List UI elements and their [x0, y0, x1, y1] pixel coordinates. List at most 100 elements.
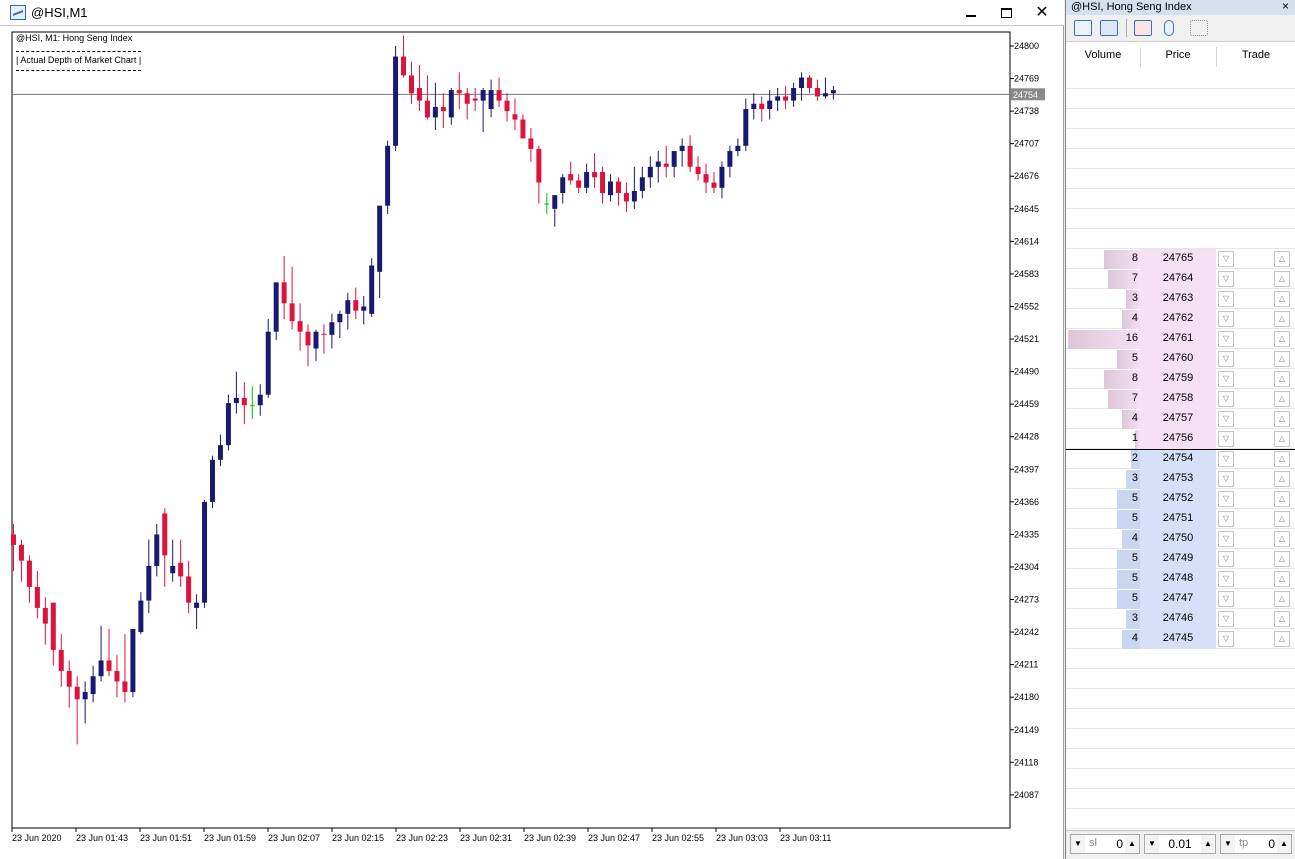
tp-increase-button[interactable]: ▲ [1277, 835, 1291, 853]
volume-value: 16 [1125, 332, 1138, 344]
sell-button[interactable]: ▽ [1218, 251, 1234, 267]
bid-row[interactable]: 5 24749 ▽ △ [1066, 549, 1295, 569]
sell-button[interactable]: ▽ [1218, 551, 1234, 567]
buy-button[interactable]: △ [1274, 471, 1290, 487]
sell-button[interactable]: ▽ [1218, 611, 1234, 627]
buy-button[interactable]: △ [1274, 611, 1290, 627]
buy-button[interactable]: △ [1274, 291, 1290, 307]
lot-decrease-button[interactable]: ▼ [1145, 835, 1159, 853]
sell-button[interactable]: ▽ [1218, 591, 1234, 607]
candle-body [791, 88, 797, 101]
tp-stepper[interactable]: ▼ tp 0 ▲ [1220, 834, 1292, 854]
sell-button[interactable]: ▽ [1218, 631, 1234, 647]
tp-value[interactable]: 0 [1251, 837, 1275, 851]
buy-button[interactable]: △ [1274, 391, 1290, 407]
buy-button[interactable]: △ [1274, 431, 1290, 447]
buy-button[interactable]: △ [1274, 511, 1290, 527]
ask-row[interactable]: 16 24761 ▽ △ [1066, 329, 1295, 349]
sell-button[interactable]: ▽ [1218, 491, 1234, 507]
buy-button[interactable]: △ [1274, 591, 1290, 607]
candle-body [385, 145, 391, 206]
candle-body [719, 166, 725, 188]
buy-button[interactable]: △ [1274, 331, 1290, 347]
chart-area[interactable]: 24800 24769 24738 24707 24676 24645 24614 24583… [0, 27, 1064, 859]
ask-row[interactable]: 8 24765 ▽ △ [1066, 249, 1295, 269]
candle-body [528, 138, 534, 149]
bid-row[interactable]: 3 24753 ▽ △ [1066, 469, 1295, 489]
buy-button[interactable]: △ [1274, 311, 1290, 327]
candle-body [329, 322, 335, 335]
buy-button[interactable]: △ [1274, 271, 1290, 287]
sell-button[interactable]: ▽ [1218, 451, 1234, 467]
sell-button[interactable]: ▽ [1218, 511, 1234, 527]
buy-button[interactable]: △ [1274, 351, 1290, 367]
ask-row[interactable]: 4 24757 ▽ △ [1066, 409, 1295, 429]
ask-row[interactable]: 7 24758 ▽ △ [1066, 389, 1295, 409]
buy-button[interactable]: △ [1274, 451, 1290, 467]
sell-button[interactable]: ▽ [1218, 431, 1234, 447]
bid-row[interactable]: 3 24746 ▽ △ [1066, 609, 1295, 629]
candle-body [170, 565, 176, 574]
sort-icon[interactable] [1190, 20, 1208, 36]
buy-button[interactable]: △ [1274, 491, 1290, 507]
bid-row[interactable]: 2 24754 ▽ △ [1066, 449, 1295, 469]
bid-row[interactable]: 4 24750 ▽ △ [1066, 529, 1295, 549]
bid-row[interactable]: 5 24752 ▽ △ [1066, 489, 1295, 509]
depth-chart-icon[interactable] [1134, 20, 1152, 36]
minimize-icon [966, 15, 976, 18]
buy-button[interactable]: △ [1274, 571, 1290, 587]
sell-button[interactable]: ▽ [1218, 471, 1234, 487]
sl-value[interactable]: 0 [1101, 837, 1123, 851]
candlestick-chart[interactable]: 24800 24769 24738 24707 24676 24645 24614 24583… [0, 27, 1063, 859]
sell-button[interactable]: ▽ [1218, 291, 1234, 307]
candle-body [74, 686, 80, 700]
candle-body [130, 628, 136, 692]
sell-button[interactable]: ▽ [1218, 311, 1234, 327]
sell-button[interactable]: ▽ [1218, 271, 1234, 287]
sell-button[interactable]: ▽ [1218, 571, 1234, 587]
sell-button[interactable]: ▽ [1218, 351, 1234, 367]
buy-button[interactable]: △ [1274, 551, 1290, 567]
table-icon[interactable] [1100, 20, 1118, 36]
sell-button[interactable]: ▽ [1218, 411, 1234, 427]
dom-close-button[interactable]: × [1282, 0, 1289, 13]
bid-row[interactable]: 5 24747 ▽ △ [1066, 589, 1295, 609]
sell-button[interactable]: ▽ [1218, 531, 1234, 547]
buy-button[interactable]: △ [1274, 411, 1290, 427]
lot-increase-button[interactable]: ▲ [1201, 835, 1215, 853]
sell-button[interactable]: ▽ [1218, 331, 1234, 347]
cylinder-icon[interactable] [1164, 20, 1174, 36]
chart-icon[interactable] [1074, 20, 1092, 36]
buy-button[interactable]: △ [1274, 631, 1290, 647]
sl-stepper[interactable]: ▼ sl 0 ▲ [1070, 834, 1140, 854]
sl-increase-button[interactable]: ▲ [1125, 835, 1139, 853]
tp-decrease-button[interactable]: ▼ [1221, 835, 1235, 853]
bid-row[interactable]: 5 24748 ▽ △ [1066, 569, 1295, 589]
price-value: 24764 [1162, 272, 1194, 284]
candle-body [82, 691, 88, 700]
bid-row[interactable]: 5 24751 ▽ △ [1066, 509, 1295, 529]
ask-row[interactable]: 1 24756 ▽ △ [1066, 429, 1295, 449]
buy-button[interactable]: △ [1274, 251, 1290, 267]
candle-body [18, 544, 24, 561]
bid-row[interactable]: 4 24745 ▽ △ [1066, 629, 1295, 649]
ask-row[interactable]: 3 24763 ▽ △ [1066, 289, 1295, 309]
buy-button[interactable]: △ [1274, 371, 1290, 387]
ask-row[interactable]: 4 24762 ▽ △ [1066, 309, 1295, 329]
ask-row[interactable]: 8 24759 ▽ △ [1066, 369, 1295, 389]
maximize-button[interactable] [995, 3, 1017, 23]
lot-value[interactable]: 0.01 [1161, 837, 1199, 851]
close-button[interactable]: ✕ [1031, 3, 1053, 23]
dom-empty-row [1066, 189, 1295, 209]
lot-stepper[interactable]: ▼ 0.01 ▲ [1144, 834, 1216, 854]
buy-button[interactable]: △ [1274, 531, 1290, 547]
sl-decrease-button[interactable]: ▼ [1071, 835, 1085, 853]
sell-button[interactable]: ▽ [1218, 371, 1234, 387]
minimize-button[interactable] [960, 3, 982, 23]
ask-row[interactable]: 7 24764 ▽ △ [1066, 269, 1295, 289]
ask-row[interactable]: 5 24760 ▽ △ [1066, 349, 1295, 369]
maximize-icon [1000, 7, 1012, 18]
sell-button[interactable]: ▽ [1218, 391, 1234, 407]
candle-body [281, 282, 287, 304]
candle-body [58, 649, 64, 671]
